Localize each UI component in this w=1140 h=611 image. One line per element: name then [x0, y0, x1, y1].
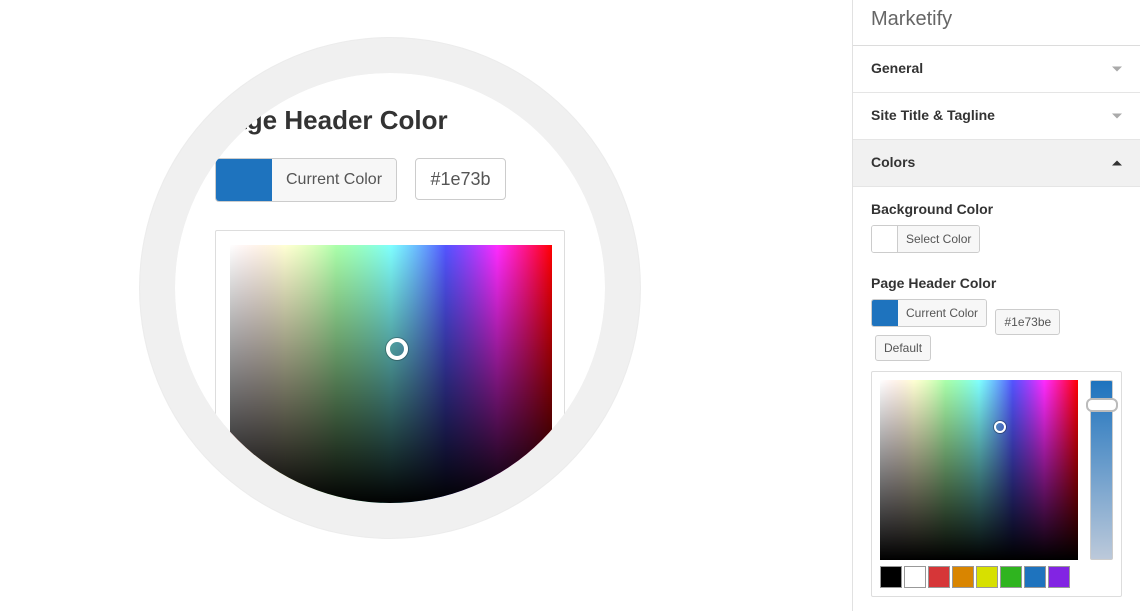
chevron-up-icon: [1112, 161, 1122, 166]
current-color-button[interactable]: Current Color: [898, 300, 986, 326]
saturation-grid[interactable]: [230, 245, 552, 503]
magnifier-content: Page Header Color Current Color #1e73b: [175, 73, 605, 503]
section-colors[interactable]: Colors: [853, 140, 1140, 187]
section-site-title-tagline[interactable]: Site Title & Tagline: [853, 93, 1140, 140]
header-color-control[interactable]: Current Color: [871, 299, 987, 327]
hex-input[interactable]: #1e73be: [995, 309, 1060, 335]
bg-color-control[interactable]: Select Color: [871, 225, 980, 253]
palette-swatch[interactable]: [976, 566, 998, 588]
value-slider[interactable]: [1090, 380, 1113, 560]
color-picker: [215, 230, 565, 503]
palette-swatch[interactable]: [1024, 566, 1046, 588]
palette-swatch[interactable]: [952, 566, 974, 588]
select-color-button[interactable]: Select Color: [898, 226, 979, 252]
palette-swatch[interactable]: [904, 566, 926, 588]
picker-cursor-icon[interactable]: [994, 421, 1006, 433]
chevron-down-icon: [1112, 114, 1122, 119]
palette-row: [880, 566, 1113, 588]
colors-body: Background Color Select Color Page Heade…: [853, 187, 1140, 611]
palette-swatch[interactable]: [1048, 566, 1070, 588]
section-general[interactable]: General: [853, 46, 1140, 93]
header-color-control[interactable]: Current Color: [215, 158, 397, 202]
section-label: Colors: [871, 154, 915, 170]
color-picker: [871, 371, 1122, 597]
header-color-swatch: [216, 159, 272, 201]
default-button[interactable]: Default: [875, 335, 931, 361]
page-header-color-label: Page Header Color: [871, 275, 1122, 291]
saturation-grid[interactable]: [880, 380, 1078, 560]
page-header-color-label: Page Header Color: [215, 105, 565, 136]
section-label: Site Title & Tagline: [871, 107, 995, 123]
magnifier-lens: Page Header Color Current Color #1e73b: [140, 38, 640, 538]
bg-color-label: Background Color: [871, 201, 1122, 217]
theme-title: Marketify: [853, 0, 1140, 45]
picker-cursor-icon[interactable]: [386, 338, 408, 360]
palette-swatch[interactable]: [928, 566, 950, 588]
palette-swatch[interactable]: [1000, 566, 1022, 588]
slider-knob-icon[interactable]: [1086, 398, 1118, 412]
bg-color-swatch: [872, 226, 898, 252]
hex-input[interactable]: #1e73b: [415, 158, 505, 200]
customizer-panel: Marketify General Site Title & Tagline C…: [852, 0, 1140, 611]
chevron-down-icon: [1112, 67, 1122, 72]
header-color-swatch: [872, 300, 898, 326]
current-color-button[interactable]: Current Color: [272, 159, 396, 201]
section-label: General: [871, 60, 923, 76]
palette-swatch[interactable]: [880, 566, 902, 588]
